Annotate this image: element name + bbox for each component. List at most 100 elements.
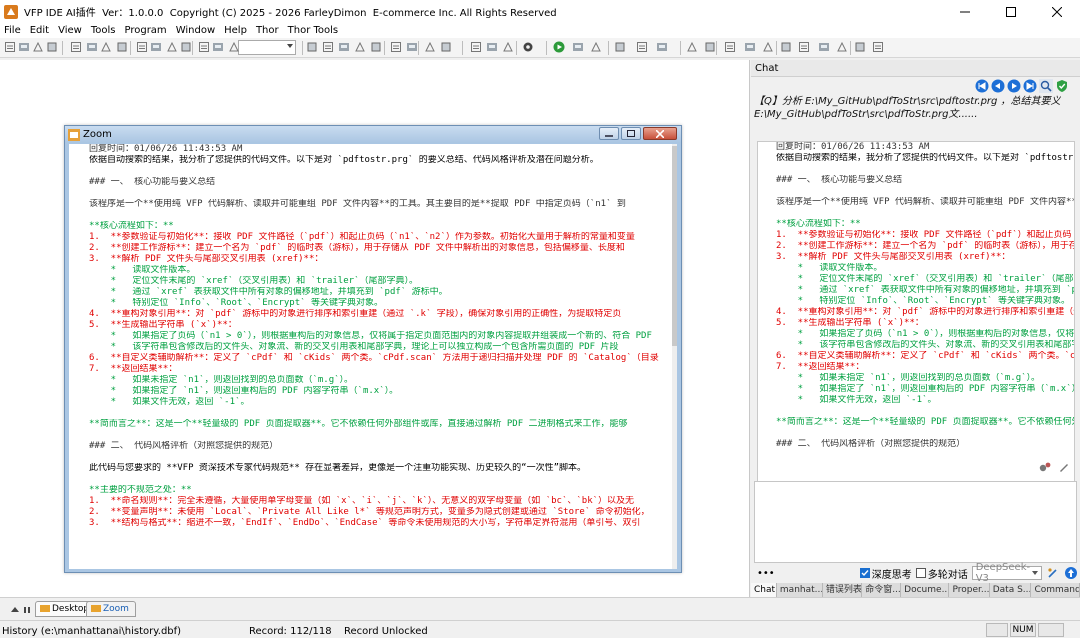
chat-code-line[interactable]: 该程序是一个**使用纯 VFP 代码解析、读取并可能重组 PDF 文件内容**的…	[776, 197, 1074, 208]
chat-tab-7[interactable]: Command	[1031, 583, 1080, 597]
last-icon[interactable]	[1023, 79, 1037, 93]
chat-code-line[interactable]: 回复时间：01/06/26 11:43:53 AM	[776, 142, 1074, 153]
view-icon[interactable]	[470, 41, 482, 53]
maximize-button[interactable]	[988, 0, 1034, 23]
chat-code-line[interactable]: **核心流程如下：**	[776, 219, 1074, 230]
code-line[interactable]: **核心流程如下：**	[89, 221, 669, 232]
brush-icon[interactable]	[1058, 461, 1070, 473]
class-icon[interactable]	[322, 41, 334, 53]
code-line[interactable]: * 如果未指定 `n1`，则返回找到的总页面数（`m.g`）。	[89, 375, 669, 386]
menu-item-help[interactable]: Help	[224, 25, 247, 36]
menu-item-window[interactable]: Window	[176, 25, 215, 36]
copy-icon[interactable]	[86, 41, 98, 53]
minimize-button[interactable]	[942, 0, 988, 23]
send-icon[interactable]	[1064, 566, 1078, 580]
checkbox-checked-icon[interactable]	[859, 568, 870, 578]
data-icon[interactable]	[424, 41, 436, 53]
window-icon[interactable]	[614, 41, 626, 53]
shield-check-icon[interactable]	[1055, 79, 1069, 93]
scroll-up-icon[interactable]	[10, 605, 20, 615]
code-line[interactable]: 依据自动搜索的结果，我分析了您提供的代码文件。以下是对 `pdftostr.pr…	[89, 155, 669, 166]
zoom-editor[interactable]: 回复时间：01/06/26 11:43:53 AM 依据自动搜索的结果，我分析了您…	[69, 144, 677, 569]
model-select[interactable]: DeepSeek-V3	[971, 562, 1042, 584]
chat-response-text[interactable]: 回复时间：01/06/26 11:43:53 AM 依据自动搜索的结果，我分析了您…	[776, 142, 1074, 461]
chat-code-line[interactable]	[776, 406, 1074, 417]
wand-icon[interactable]	[780, 41, 792, 53]
project-icon[interactable]	[370, 41, 382, 53]
print-icon[interactable]	[46, 41, 58, 53]
multi-turn-checkbox[interactable]: 多轮对话	[915, 566, 968, 581]
code-line[interactable]: 3. **结构与格式**：缩进不一致，`EndIf`、`EndDo`、`EndC…	[89, 518, 669, 529]
query-icon[interactable]	[486, 41, 498, 53]
format-icon[interactable]	[818, 41, 830, 53]
chat-code-line[interactable]: * 如果未指定 `n1`，则返回找到的总页面数（`m.g`）。	[776, 373, 1074, 384]
grid-icon[interactable]	[854, 41, 866, 53]
chat-code-line[interactable]: 2. **创建工作游标**：建立一个名为 `pdf` 的临时表（游标），用于存储…	[776, 241, 1074, 252]
chat-code-line[interactable]	[776, 164, 1074, 175]
palette-icon[interactable]	[590, 41, 602, 53]
browse-icon[interactable]	[502, 41, 514, 53]
align-icon[interactable]	[686, 41, 698, 53]
code-line[interactable]: 1. **参数验证与初始化**：接收 PDF 文件路径（`pdf`）和起止页码（…	[89, 232, 669, 243]
style-icon[interactable]	[836, 41, 848, 53]
open-icon[interactable]	[18, 41, 30, 53]
chat-code-line[interactable]: 7. **返回结果**：	[776, 362, 1074, 373]
code-line[interactable]: 6. **自定义类辅助解析**：定义了 `cPdf` 和 `cKids` 两个类…	[89, 353, 669, 364]
form-icon[interactable]	[306, 41, 318, 53]
code-icon[interactable]	[390, 41, 402, 53]
redo-icon[interactable]	[136, 41, 148, 53]
chat-code-line[interactable]	[776, 186, 1074, 197]
code-line[interactable]: * 通过 `xref` 表获取文件中所有对象的偏移地址，并填充到 `pdf` 游…	[89, 287, 669, 298]
layout-icon[interactable]	[704, 41, 716, 53]
chat-code-line[interactable]: 3. **解析 PDF 文件头与尾部交叉引用表 (xref)**：	[776, 252, 1074, 263]
code-line[interactable]	[89, 210, 669, 221]
chat-code-line[interactable]: * 该字符串包含修改后的文件头、对象流、新的交叉引用表和尾部字典，理论上可以独立…	[776, 340, 1074, 351]
run-icon[interactable]	[150, 41, 162, 53]
chat-code-line[interactable]: * 定位文件末尾的 `xref`（交叉引用表）和 `trailer`（尾部字典）…	[776, 274, 1074, 285]
chat-tab-0[interactable]: Chat	[751, 583, 777, 597]
chat-input-box[interactable]	[754, 481, 1077, 563]
close-button[interactable]	[1034, 0, 1080, 23]
panel-icon[interactable]	[636, 41, 648, 53]
code-line[interactable]: * 该字符串包含修改后的文件头、对象流、新的交叉引用表和尾部字典，理论上可以独立…	[89, 342, 669, 353]
code-line[interactable]: ### 二、 代码风格评析（对照您提供的规范）	[89, 441, 669, 452]
chat-code-line[interactable]	[776, 428, 1074, 439]
code-line[interactable]: * 定位文件末尾的 `xref`（交叉引用表）和 `trailer`（尾部字典）…	[89, 276, 669, 287]
code-line[interactable]: 2. **创建工作游标**：建立一个名为 `pdf` 的临时表（游标），用于存储…	[89, 243, 669, 254]
chat-code-line[interactable]: * 通过 `xref` 表获取文件中所有对象的偏移地址，并填充到 `pdf` 游…	[776, 285, 1074, 296]
code-line[interactable]	[89, 166, 669, 177]
zoom-search-icon[interactable]	[1039, 79, 1053, 93]
code-line[interactable]	[89, 430, 669, 441]
undo-icon[interactable]	[116, 41, 128, 53]
settings-icon[interactable]	[1038, 461, 1052, 473]
previous-icon[interactable]	[991, 79, 1005, 93]
attach-icon[interactable]	[1046, 566, 1060, 580]
chat-code-line[interactable]: * 如果文件无效，返回 `-1`。	[776, 395, 1074, 406]
menu-item-program[interactable]: Program	[124, 25, 166, 36]
deep-think-checkbox[interactable]: 深度思考	[859, 566, 912, 581]
chat-code-line[interactable]: 依据自动搜索的结果，我分析了您提供的代码文件。以下是对 `pdftostr.pr…	[776, 153, 1074, 164]
first-icon[interactable]	[975, 79, 989, 93]
new-icon[interactable]	[4, 41, 16, 53]
chat-code-line[interactable]	[776, 450, 1074, 461]
report-icon[interactable]	[338, 41, 350, 53]
breakpoint-icon[interactable]	[166, 41, 178, 53]
code-line[interactable]: * 如果指定了页码（`n1 > 0`），则根据重构后的对象信息，仅将属于指定页面…	[89, 331, 669, 342]
plugin-icon[interactable]	[798, 41, 810, 53]
zoom-minimize-button[interactable]	[599, 127, 619, 140]
table-icon[interactable]	[440, 41, 452, 53]
zoom-close-button[interactable]	[643, 127, 677, 140]
chat-code-line[interactable]	[776, 208, 1074, 219]
checkbox-unchecked-icon[interactable]	[915, 568, 926, 578]
chat-code-line[interactable]: 6. **自定义类辅助解析**：定义了 `cPdf` 和 `cKids` 两个类…	[776, 351, 1074, 362]
vertical-scrollbar[interactable]	[672, 144, 677, 569]
code-line[interactable]	[89, 474, 669, 485]
chat-code-line[interactable]: * 如果指定了 `n1`，则返回重构后的 PDF 内容字符串（`m.x`）。	[776, 384, 1074, 395]
chat-code-line[interactable]: 4. **重构对象引用**：对 `pdf` 游标中的对象进行排序和索引重建（通过…	[776, 307, 1074, 318]
chat-tab-4[interactable]: Docume...	[901, 583, 950, 597]
zoom-restore-button[interactable]	[621, 127, 641, 140]
code-line[interactable]: 4. **重构对象引用**：对 `pdf` 游标中的对象进行排序和索引重建（通过…	[89, 309, 669, 320]
code-line[interactable]: 回复时间：01/06/26 11:43:53 AM	[89, 144, 669, 155]
chat-code-line[interactable]: ### 一、 核心功能与要义总结	[776, 175, 1074, 186]
code-line[interactable]: 该程序是一个**使用纯 VFP 代码解析、读取并可能重组 PDF 文件内容**的…	[89, 199, 669, 210]
